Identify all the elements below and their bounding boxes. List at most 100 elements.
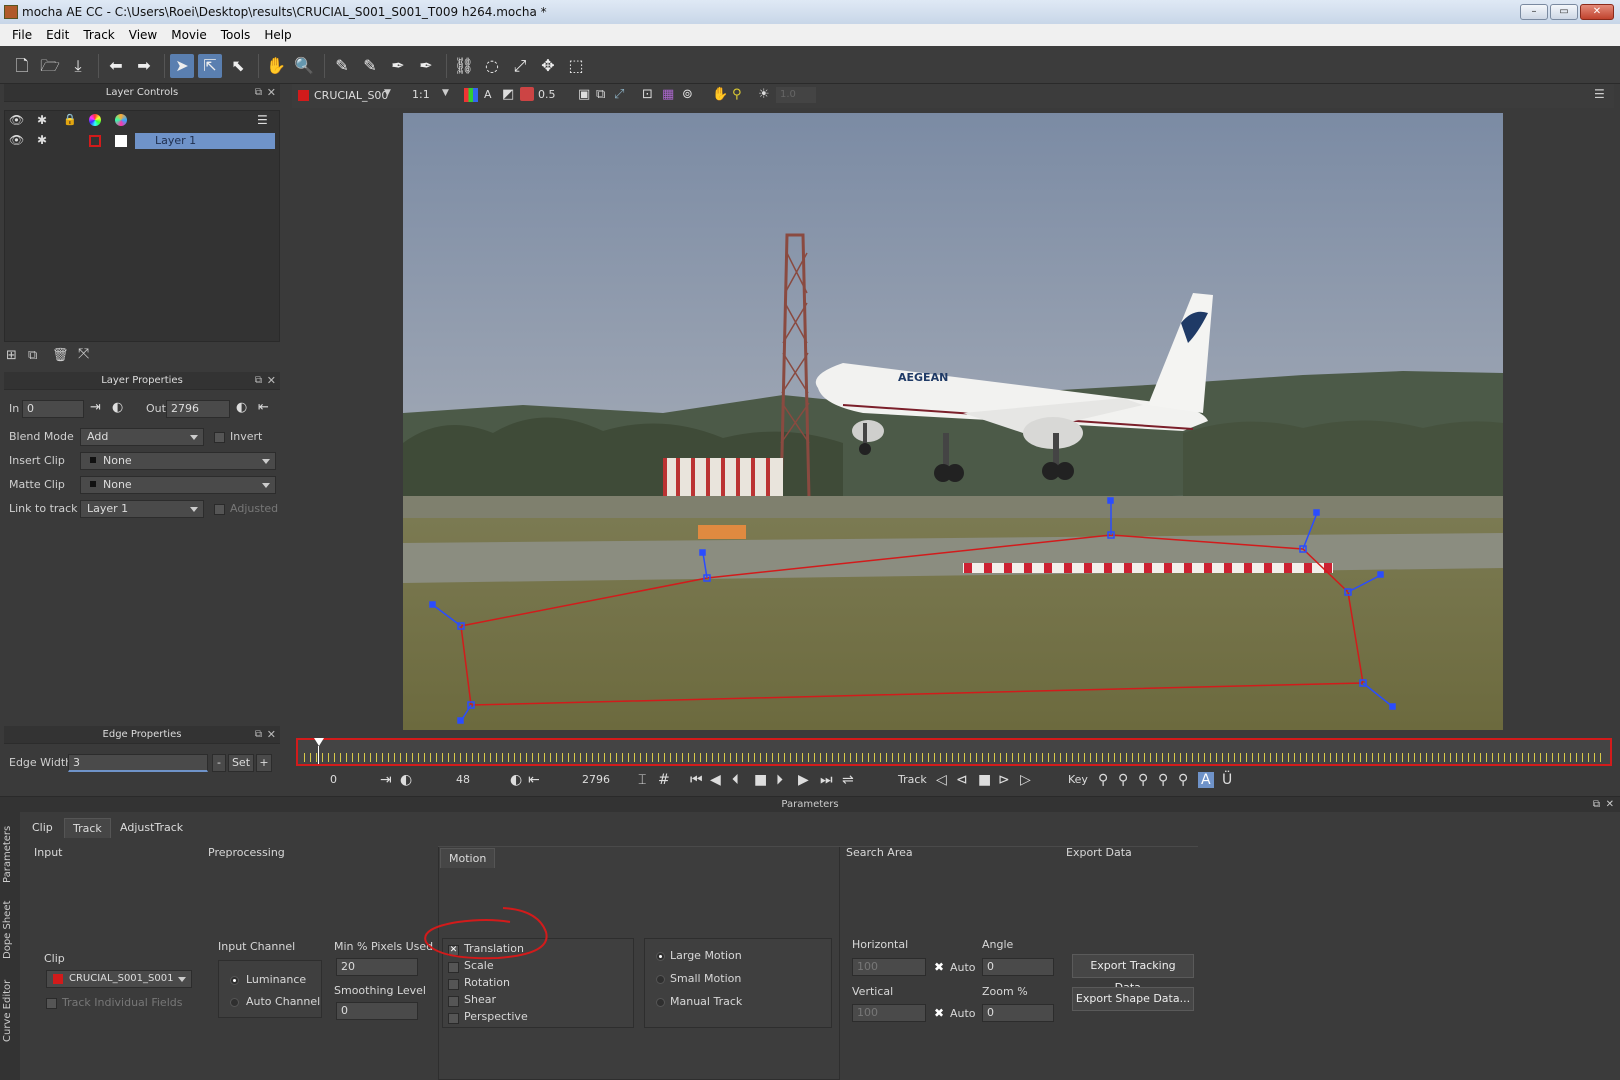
float-icon[interactable]: ⧉ [255, 726, 262, 744]
edge-width-plus[interactable]: + [256, 754, 272, 772]
exposure-field[interactable]: 1.0 [776, 87, 816, 103]
tab-adjusttrack[interactable]: AdjustTrack [112, 818, 191, 838]
layer-visibility-icon[interactable]: 👁 [9, 133, 24, 147]
play-forward-icon[interactable]: ▶ [798, 772, 809, 788]
grid-frames-icon[interactable]: # [658, 772, 670, 788]
brightness-icon[interactable]: ☀ [758, 87, 770, 102]
adjusted-checkbox[interactable] [214, 504, 225, 515]
duplicate-layer-icon[interactable]: ⧉ [28, 348, 37, 363]
open-folder-icon[interactable]: 🗁 [38, 54, 62, 78]
show-layers-icon[interactable]: ▣ [578, 87, 590, 102]
opacity-value[interactable]: 0.5 [538, 88, 556, 101]
add-key-icon[interactable]: ⚲ [1138, 772, 1148, 788]
in-keyframe-icon[interactable]: ◐ [400, 772, 412, 788]
step-forward-icon[interactable]: ⏵ [776, 772, 783, 788]
video-frame[interactable]: AEGEAN [403, 113, 1503, 730]
viewer-clip-select[interactable]: CRUCIAL_S00 [314, 88, 394, 104]
edge-width-set[interactable]: Set [228, 754, 254, 772]
magnetic-icon[interactable]: ◌ [480, 54, 504, 78]
transform-icon[interactable]: ⤢ [508, 54, 532, 78]
lock-icon[interactable]: 🔒 [63, 113, 77, 126]
rotation-checkbox[interactable] [448, 979, 459, 990]
small-motion-radio[interactable] [656, 975, 665, 984]
fit-icon[interactable]: ⤧ [78, 346, 89, 362]
autokey-icon[interactable]: A [1198, 772, 1214, 788]
set-out-point-icon[interactable]: ⇤ [528, 772, 540, 788]
loop-icon[interactable]: ⇌ [842, 772, 854, 788]
set-in-icon[interactable]: ⇥ [90, 400, 101, 415]
clip-select[interactable]: CRUCIAL_S001_S001 [46, 970, 192, 988]
manual-track-radio[interactable] [656, 998, 665, 1007]
horizontal-field[interactable]: 100 [852, 958, 926, 976]
insert-clip-select[interactable]: None [80, 452, 276, 470]
close-button[interactable]: ✕ [1580, 4, 1614, 20]
out-field[interactable]: 2796 [166, 400, 230, 418]
grid-icon[interactable]: ▦ [662, 87, 674, 102]
angle-field[interactable]: 0 [982, 958, 1054, 976]
viewer-menu-icon[interactable]: ☰ [1594, 87, 1605, 101]
key-all-icon[interactable]: ⚲ [1178, 772, 1188, 788]
viewer-zoom-select[interactable]: 1:1 [412, 88, 430, 101]
timeline-bar[interactable] [296, 738, 1612, 766]
tab-clip[interactable]: Clip [24, 818, 61, 838]
playhead-marker[interactable] [314, 738, 324, 746]
shear-checkbox[interactable] [448, 996, 459, 1007]
horizontal-auto-check[interactable]: ✖ [934, 960, 944, 974]
link-icon[interactable]: ⛓ [452, 54, 476, 78]
min-pixels-field[interactable]: 20 [336, 958, 418, 976]
zoom-field[interactable]: 0 [982, 1004, 1054, 1022]
overlay-icon[interactable]: ◩ [502, 87, 514, 102]
large-motion-radio[interactable] [656, 952, 665, 961]
edge-width-field[interactable]: 3 [68, 754, 208, 772]
rgb-channel-icon[interactable] [464, 88, 478, 102]
out-keyframe-icon[interactable]: ◐ [510, 772, 522, 788]
new-layer-icon[interactable]: ⊞ [6, 348, 17, 363]
play-backward-icon[interactable]: ◀ [710, 772, 721, 788]
side-tab-dope-sheet[interactable]: Dope Sheet [2, 898, 18, 962]
vertical-auto-check[interactable]: ✖ [934, 1006, 944, 1020]
tab-track[interactable]: Track [64, 818, 111, 838]
export-shape-button[interactable]: Export Shape Data... [1072, 987, 1194, 1011]
layer-color-swatch[interactable] [89, 135, 101, 147]
close-icon[interactable]: ✕ [267, 84, 276, 102]
float-icon[interactable]: ⧉ [1593, 797, 1600, 813]
layer-matte-swatch[interactable] [115, 135, 127, 147]
go-to-end-icon[interactable]: ⏭ [820, 772, 833, 788]
add-point-icon[interactable]: ⬉ [226, 54, 250, 78]
matte-clip-select[interactable]: None [80, 476, 276, 494]
color-wheel-icon[interactable] [89, 114, 101, 126]
set-in-point-icon[interactable]: ⇥ [380, 772, 392, 788]
start-frame[interactable]: 0 [330, 772, 337, 788]
export-tracking-button[interactable]: Export Tracking Data... [1072, 954, 1194, 994]
next-key-icon[interactable]: ⚲ [1118, 772, 1128, 788]
set-out-icon[interactable]: ⇤ [258, 400, 269, 415]
go-to-start-icon[interactable]: ⏮ [690, 772, 703, 788]
track-motion-icon[interactable]: ⚲ [732, 87, 742, 102]
chevron-down-icon[interactable]: ▼ [384, 88, 391, 98]
gear-icon[interactable]: ✱ [37, 113, 47, 127]
track-step-forward-icon[interactable]: ⊳ [998, 772, 1010, 788]
end-frame[interactable]: 2796 [582, 772, 610, 788]
close-icon[interactable]: ✕ [1606, 797, 1614, 813]
save-icon[interactable]: ⤓ [66, 54, 90, 78]
layer-gear-icon[interactable]: ✱ [37, 133, 47, 147]
bezier-add-icon[interactable]: ✒ [414, 54, 438, 78]
side-tab-curve-editor[interactable]: Curve Editor [2, 976, 18, 1046]
undo-icon[interactable]: ⬅ [104, 54, 128, 78]
alpha-channel-label[interactable]: A [484, 88, 492, 101]
layer-row-layer-1[interactable]: Layer 1 [135, 133, 275, 149]
trash-icon[interactable]: 🗑 [52, 348, 69, 363]
surface-icon[interactable]: ⬚ [564, 54, 588, 78]
maximize-button[interactable]: ▭ [1550, 4, 1578, 20]
select-icon[interactable]: ➤ [170, 54, 194, 78]
matte-color-icon[interactable] [115, 114, 127, 126]
luminance-radio[interactable] [230, 976, 239, 985]
close-icon[interactable]: ✕ [267, 726, 276, 744]
edge-width-minus[interactable]: - [212, 754, 226, 772]
zoom-icon[interactable]: 🔍 [292, 54, 316, 78]
redo-icon[interactable]: ➡ [132, 54, 156, 78]
move-icon[interactable]: ✥ [536, 54, 560, 78]
step-back-icon[interactable]: ⏴ [732, 772, 739, 788]
menu-movie[interactable]: Movie [165, 24, 213, 46]
bezier-icon[interactable]: ✒ [386, 54, 410, 78]
